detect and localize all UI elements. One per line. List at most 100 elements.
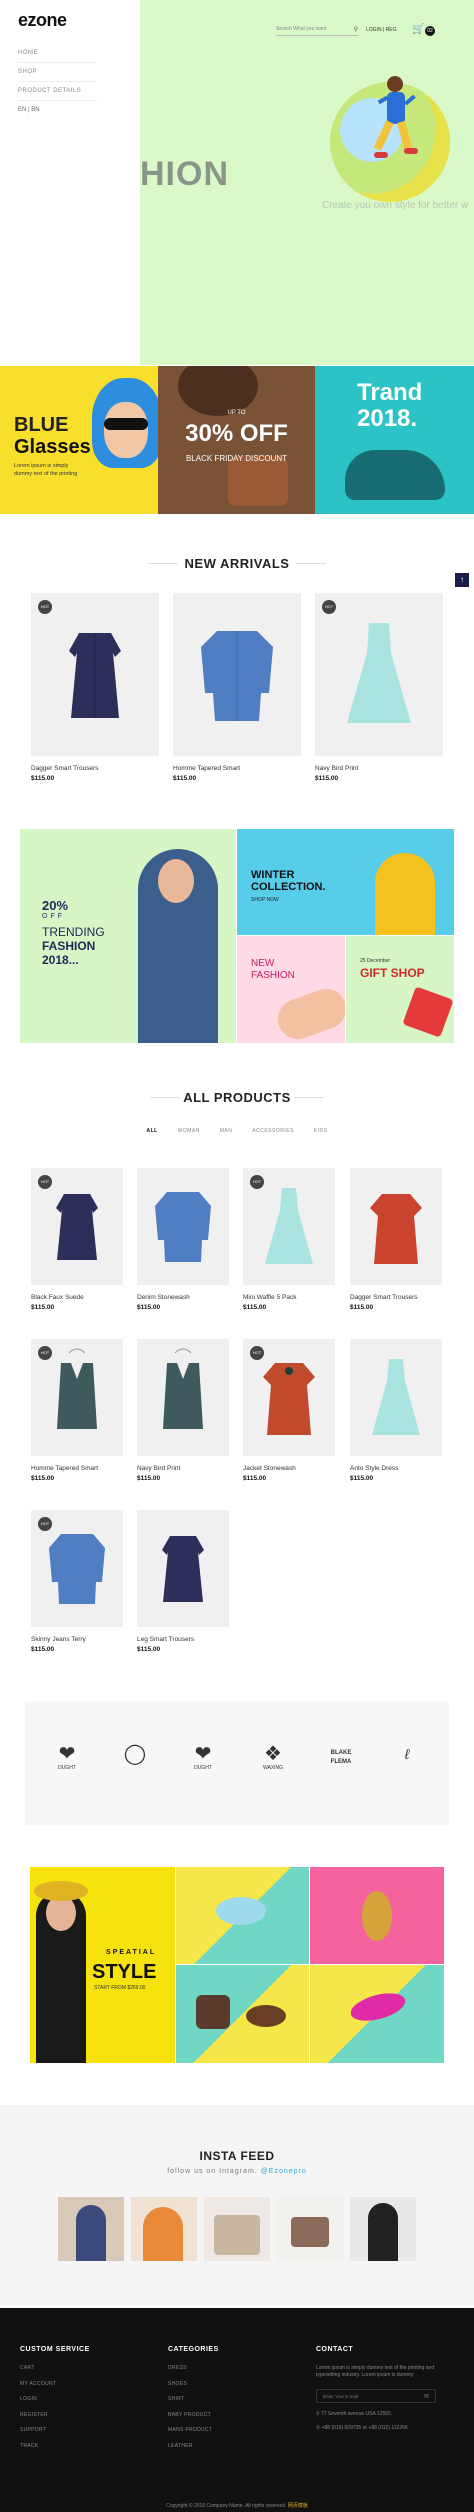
- menu-item-shop[interactable]: SHOP: [18, 63, 98, 82]
- product-card[interactable]: HOT Navy Bird Print $115.00: [315, 593, 443, 783]
- promo-winter-collection[interactable]: WINTER COLLECTION. SHOP NOW: [237, 829, 454, 935]
- gift-title: GIFT SHOP: [360, 966, 425, 980]
- divider-right: [296, 563, 326, 564]
- product-name[interactable]: Navy Bird Print: [137, 1465, 180, 1472]
- product-name[interactable]: Mini Waffle 5 Pack: [243, 1294, 296, 1301]
- product-image[interactable]: [315, 593, 443, 756]
- product-name[interactable]: Black Faux Suede: [31, 1294, 84, 1301]
- footer-link-cart[interactable]: CART: [20, 2365, 90, 2371]
- product-name[interactable]: Dagger Smart Trousers: [31, 765, 99, 772]
- footer-phone: ✆ +88 (015) 609735 or +88 (012) 112266: [316, 2425, 408, 2431]
- scroll-top-button[interactable]: ↑: [455, 573, 469, 587]
- copyright-brand[interactable]: 网页模板: [288, 2503, 308, 2509]
- product-name[interactable]: Skinny Jeans Terry: [31, 1636, 86, 1643]
- footer-link-register[interactable]: REGISTER: [20, 2412, 90, 2418]
- brand-logo-waxing[interactable]: ❖ WAXING: [253, 1743, 293, 1771]
- banner-trend-line2: 2018.: [357, 405, 418, 432]
- search-input[interactable]: Search What you want ⚲: [276, 26, 358, 36]
- tab-kids[interactable]: KIDS: [314, 1128, 328, 1134]
- brand-logo-ms[interactable]: ℓ: [387, 1743, 427, 1765]
- product-name[interactable]: Anto Style Dress: [350, 1465, 398, 1472]
- newsletter-email-input[interactable]: Enter Your E-mail ✉: [316, 2389, 436, 2403]
- gallery-tile-sneakers[interactable]: [176, 1867, 309, 1964]
- product-name[interactable]: Dagger Smart Trousers: [350, 1294, 418, 1301]
- product-name[interactable]: Leg Smart Trousers: [137, 1636, 194, 1643]
- footer-link-dress[interactable]: DRESS: [168, 2365, 219, 2371]
- product-card[interactable]: HOT Dagger Smart Trousers $115.00: [31, 593, 159, 783]
- footer-link-shoes[interactable]: SHOES: [168, 2381, 219, 2387]
- insta-feed-section: INSTA FEED follow us on Intagram. @Ezone…: [0, 2105, 474, 2305]
- banner-trend-line1: Trand: [357, 379, 423, 406]
- promo-new-fashion[interactable]: NEW FASHION: [237, 936, 345, 1043]
- gallery-tile-pineapple[interactable]: [310, 1867, 444, 1964]
- product-card[interactable]: HOT Black Faux Suede $115.00: [31, 1168, 123, 1313]
- product-card[interactable]: HOT Jacket Stonewash $115.00: [243, 1339, 335, 1484]
- gallery-tile-bag[interactable]: [176, 1965, 309, 2063]
- product-name[interactable]: Homme Tapered Smart: [31, 1465, 98, 1472]
- shop-now-link[interactable]: SHOP NOW: [251, 897, 279, 903]
- product-name[interactable]: Homme Tapered Smart: [173, 765, 240, 772]
- product-image[interactable]: [137, 1339, 229, 1456]
- search-placeholder: Search What you want: [276, 26, 327, 32]
- banner-trend-2018[interactable]: Trand 2018.: [315, 366, 474, 514]
- footer-link-leather[interactable]: LEATHER: [168, 2443, 219, 2449]
- footer-link-track[interactable]: TRACK: [20, 2443, 90, 2449]
- insta-photo-4[interactable]: [277, 2197, 343, 2261]
- footer-link-my-account[interactable]: MY ACCOUNT: [20, 2381, 90, 2387]
- dress-mint-icon: [372, 1359, 420, 1435]
- product-card[interactable]: Denim Stonewash $115.00: [137, 1168, 229, 1313]
- menu-item-product-details[interactable]: PRODUCT DETAILS: [18, 82, 98, 101]
- special-style-banner[interactable]: SPEATIAL STYLE START FROM $269.00: [30, 1867, 175, 2063]
- brand-logo-script[interactable]: ◯: [115, 1743, 155, 1765]
- footer-link-mans-product[interactable]: MANS PRODUCT: [168, 2427, 219, 2433]
- insta-photo-2[interactable]: [131, 2197, 197, 2261]
- product-name[interactable]: Jacket Stonewash: [243, 1465, 296, 1472]
- brand-logo-blake-flema[interactable]: BLAKE FLEMA: [321, 1743, 361, 1767]
- product-card[interactable]: HOT Homme Tapered Smart $115.00: [31, 1339, 123, 1484]
- tab-accessories[interactable]: ACCESSORIES: [252, 1128, 294, 1134]
- product-image[interactable]: [350, 1168, 442, 1285]
- footer-link-login[interactable]: LOGIN: [20, 2396, 90, 2402]
- product-image[interactable]: [137, 1168, 229, 1285]
- logo[interactable]: ezone: [18, 10, 67, 31]
- brand-logo-dught-1[interactable]: ❤ DUGHT: [47, 1743, 87, 1771]
- product-image[interactable]: [350, 1339, 442, 1456]
- promo-gift-shop[interactable]: 25 December GIFT SHOP: [346, 936, 454, 1043]
- brand-logo-dught-2[interactable]: ❤ DUGHT: [183, 1743, 223, 1771]
- product-card[interactable]: HOT Skinny Jeans Terry $115.00: [31, 1510, 123, 1655]
- banner-blue-glasses[interactable]: BLUE Glasses Lorem ipsum is simply dummy…: [0, 366, 158, 514]
- product-card[interactable]: Navy Bird Print $115.00: [137, 1339, 229, 1484]
- product-image[interactable]: [31, 593, 159, 756]
- tab-all[interactable]: ALL: [147, 1128, 158, 1134]
- insta-photo-3[interactable]: [204, 2197, 270, 2261]
- gallery-tile-heels[interactable]: [310, 1965, 444, 2063]
- promo-trending-fashion[interactable]: 20% OFF TRENDING FASHION 2018...: [20, 829, 236, 1043]
- product-card[interactable]: Homme Tapered Smart $115.00: [173, 593, 301, 783]
- product-name[interactable]: Denim Stonewash: [137, 1294, 190, 1301]
- cart-icon[interactable]: 🛒: [412, 24, 424, 35]
- login-register-link[interactable]: LOGIN | REG: [366, 27, 396, 33]
- address-text: 77 Seventh avenue USA 12555.: [321, 2411, 393, 2417]
- footer-link-baby-product[interactable]: BABY PRODUCT: [168, 2412, 219, 2418]
- send-icon[interactable]: ✉: [424, 2393, 429, 2400]
- menu-item-home[interactable]: HOME: [18, 44, 98, 63]
- footer-link-support[interactable]: SUPPORT: [20, 2427, 90, 2433]
- product-image[interactable]: [173, 593, 301, 756]
- tab-woman[interactable]: WOMAN: [178, 1128, 200, 1134]
- insta-photo-subject: [291, 2217, 329, 2247]
- product-card[interactable]: Anto Style Dress $115.00: [350, 1339, 442, 1484]
- banner-black-friday[interactable]: UP TO 30% OFF BLACK FRIDAY DISCOUNT: [158, 366, 315, 514]
- language-switch[interactable]: EN | BN: [18, 107, 40, 113]
- footer-link-shirt[interactable]: SHIRT: [168, 2396, 219, 2402]
- product-image[interactable]: [137, 1510, 229, 1627]
- product-card[interactable]: Leg Smart Trousers $115.00: [137, 1510, 229, 1655]
- insta-photo-1[interactable]: [58, 2197, 124, 2261]
- insta-handle-link[interactable]: @Ezonepro: [261, 2168, 307, 2175]
- product-name[interactable]: Navy Bird Print: [315, 765, 358, 772]
- search-icon[interactable]: ⚲: [354, 26, 358, 33]
- tab-man[interactable]: MAN: [220, 1128, 233, 1134]
- insta-photo-5[interactable]: [350, 2197, 416, 2261]
- banner-text: Lorem ipsum is simply dummy text of the …: [14, 463, 78, 477]
- product-card[interactable]: HOT Mini Waffle 5 Pack $115.00: [243, 1168, 335, 1313]
- product-card[interactable]: Dagger Smart Trousers $115.00: [350, 1168, 442, 1313]
